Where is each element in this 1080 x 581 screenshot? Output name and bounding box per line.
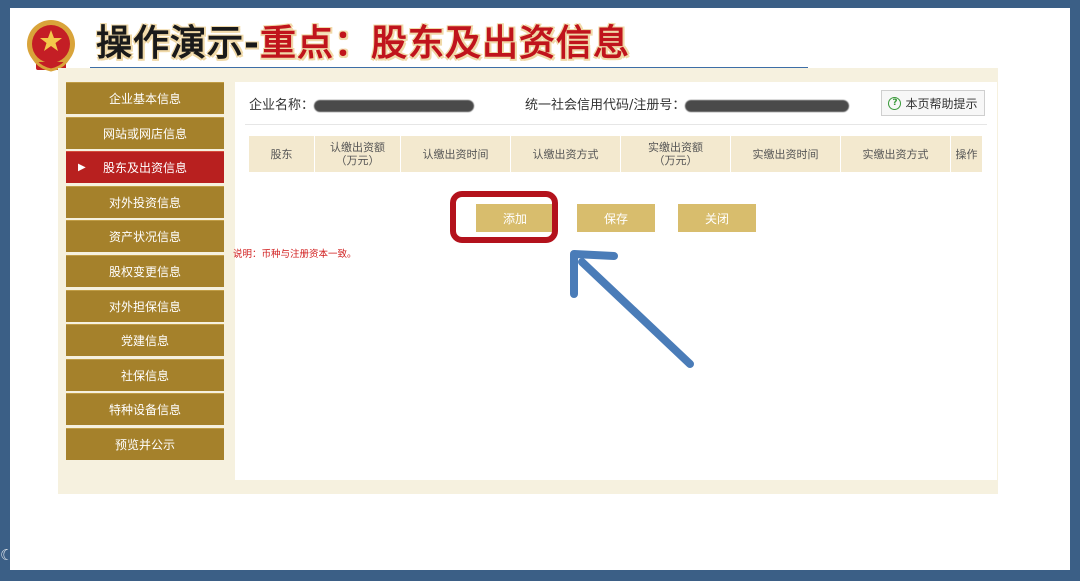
column-header: 操作 bbox=[951, 136, 983, 172]
sidebar-item-label: 股东及出资信息 bbox=[102, 161, 187, 176]
highlight-ring bbox=[450, 191, 558, 243]
page-title: 操作演示-重点：股东及出资信息 bbox=[96, 16, 630, 72]
help-button-label: 本页帮助提示 bbox=[905, 96, 978, 111]
column-header: 实缴出资时间 bbox=[731, 136, 841, 172]
credit-code-redacted bbox=[685, 99, 850, 112]
sidebar-item-label: 对外担保信息 bbox=[108, 299, 181, 314]
divider bbox=[245, 124, 987, 125]
currency-note: 说明：币种与注册资本一致。 bbox=[233, 249, 357, 260]
column-header: 实缴出资方式 bbox=[841, 136, 951, 172]
help-icon: ? bbox=[888, 96, 902, 110]
credit-code-row: 统一社会信用代码/注册号： bbox=[525, 94, 850, 113]
sidebar-item-party-info[interactable]: 党建信息 bbox=[66, 324, 224, 357]
sidebar-item-website-info[interactable]: 网站或网店信息 bbox=[66, 116, 224, 149]
sidebar-item-shareholder-info[interactable]: ▶ 股东及出资信息 bbox=[66, 151, 224, 184]
sidebar-item-basic-info[interactable]: 企业基本信息 bbox=[66, 82, 224, 114]
column-header: 股东 bbox=[249, 136, 315, 172]
column-header: 认缴出资时间 bbox=[401, 136, 511, 172]
title-part-1: 操作演示- bbox=[96, 23, 260, 64]
sidebar-item-label: 党建信息 bbox=[120, 334, 169, 349]
watermark-text: 大数跨境 bbox=[32, 544, 113, 568]
sidebar-item-label: 对外投资信息 bbox=[108, 195, 181, 210]
sidebar-item-label: 网站或网店信息 bbox=[102, 126, 187, 141]
sidebar-item-label: 预览并公示 bbox=[114, 437, 175, 452]
watermark-logo-icon: ☾°° bbox=[0, 545, 29, 564]
sidebar-item-label: 社保信息 bbox=[120, 368, 169, 383]
shareholder-table-header: 股东 认缴出资额 （万元） 认缴出资时间 认缴出资方式 实缴出资额 （万元） 实… bbox=[249, 136, 983, 172]
sidebar-item-investment-info[interactable]: 对外投资信息 bbox=[66, 185, 224, 218]
help-button[interactable]: ? 本页帮助提示 bbox=[881, 90, 985, 116]
company-name-redacted bbox=[314, 99, 475, 112]
pointer-arrow-icon bbox=[570, 250, 694, 368]
national-emblem-icon bbox=[27, 20, 75, 72]
sidebar-item-social-security[interactable]: 社保信息 bbox=[66, 358, 224, 391]
credit-code-label: 统一社会信用代码/注册号： bbox=[525, 98, 686, 113]
sidebar-item-label: 企业基本信息 bbox=[108, 92, 181, 106]
sidebar-item-label: 资产状况信息 bbox=[108, 230, 181, 245]
sidebar-item-preview-publish[interactable]: 预览并公示 bbox=[66, 427, 224, 460]
active-arrow-icon: ▶ bbox=[78, 162, 86, 174]
column-header: 认缴出资方式 bbox=[511, 136, 621, 172]
sidebar-item-guarantee-info[interactable]: 对外担保信息 bbox=[66, 289, 224, 322]
company-name-row: 企业名称： bbox=[249, 94, 475, 113]
close-button[interactable]: 关闭 bbox=[678, 204, 756, 232]
company-name-label: 企业名称： bbox=[249, 98, 315, 113]
watermark: ☾°° 大数跨境 bbox=[0, 540, 112, 569]
title-part-2: 重点：股东及出资信息 bbox=[259, 23, 630, 64]
sidebar-item-equity-change[interactable]: 股权变更信息 bbox=[66, 254, 224, 287]
save-button[interactable]: 保存 bbox=[577, 204, 655, 232]
sidebar-item-special-equipment[interactable]: 特种设备信息 bbox=[66, 393, 224, 426]
column-header: 认缴出资额 （万元） bbox=[315, 136, 401, 172]
sidebar-item-label: 股权变更信息 bbox=[108, 264, 181, 279]
sidebar: 企业基本信息 网站或网店信息 ▶ 股东及出资信息 对外投资信息 资产状况信息 股权… bbox=[66, 82, 224, 463]
sidebar-item-asset-info[interactable]: 资产状况信息 bbox=[66, 220, 224, 253]
column-header: 实缴出资额 （万元） bbox=[621, 136, 731, 172]
sidebar-item-label: 特种设备信息 bbox=[108, 403, 181, 418]
